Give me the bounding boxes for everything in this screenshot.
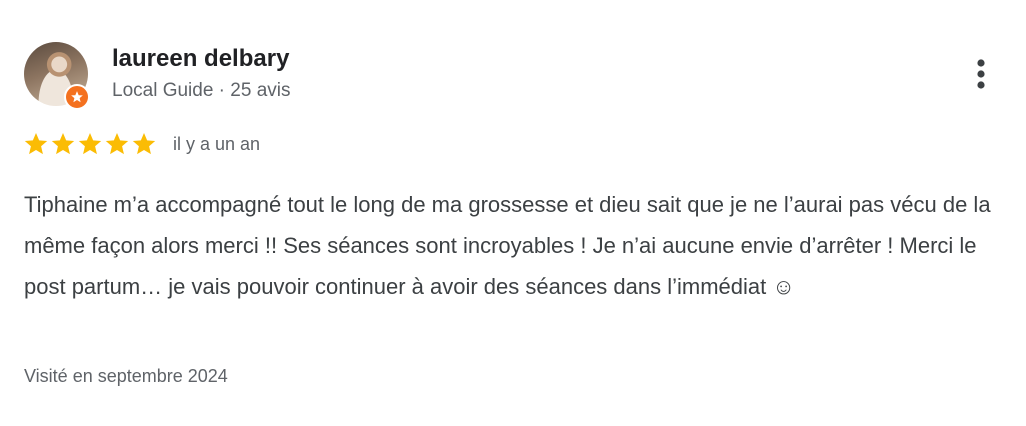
star-icon <box>105 132 129 155</box>
visit-date: Visité en septembre 2024 <box>24 366 228 386</box>
review-card: laureen delbary Local Guide · 25 avis il… <box>0 0 1026 426</box>
star-rating <box>23 131 157 157</box>
review-date: il y a un an <box>173 133 261 154</box>
star-icon <box>51 132 75 155</box>
star-icon <box>132 132 156 155</box>
review-text: Tiphaine m’a accompagné tout le long de … <box>24 192 991 299</box>
rating-row: il y a un an <box>23 130 260 158</box>
author-meta: Local Guide · 25 avis <box>112 80 291 101</box>
more-vertical-icon <box>977 59 985 89</box>
author-name[interactable]: laureen delbary <box>112 44 289 74</box>
avatar[interactable] <box>24 42 90 110</box>
more-options-button[interactable] <box>964 54 998 94</box>
star-icon <box>24 132 48 155</box>
star-icon <box>78 132 102 155</box>
local-guide-badge-icon <box>64 84 90 110</box>
